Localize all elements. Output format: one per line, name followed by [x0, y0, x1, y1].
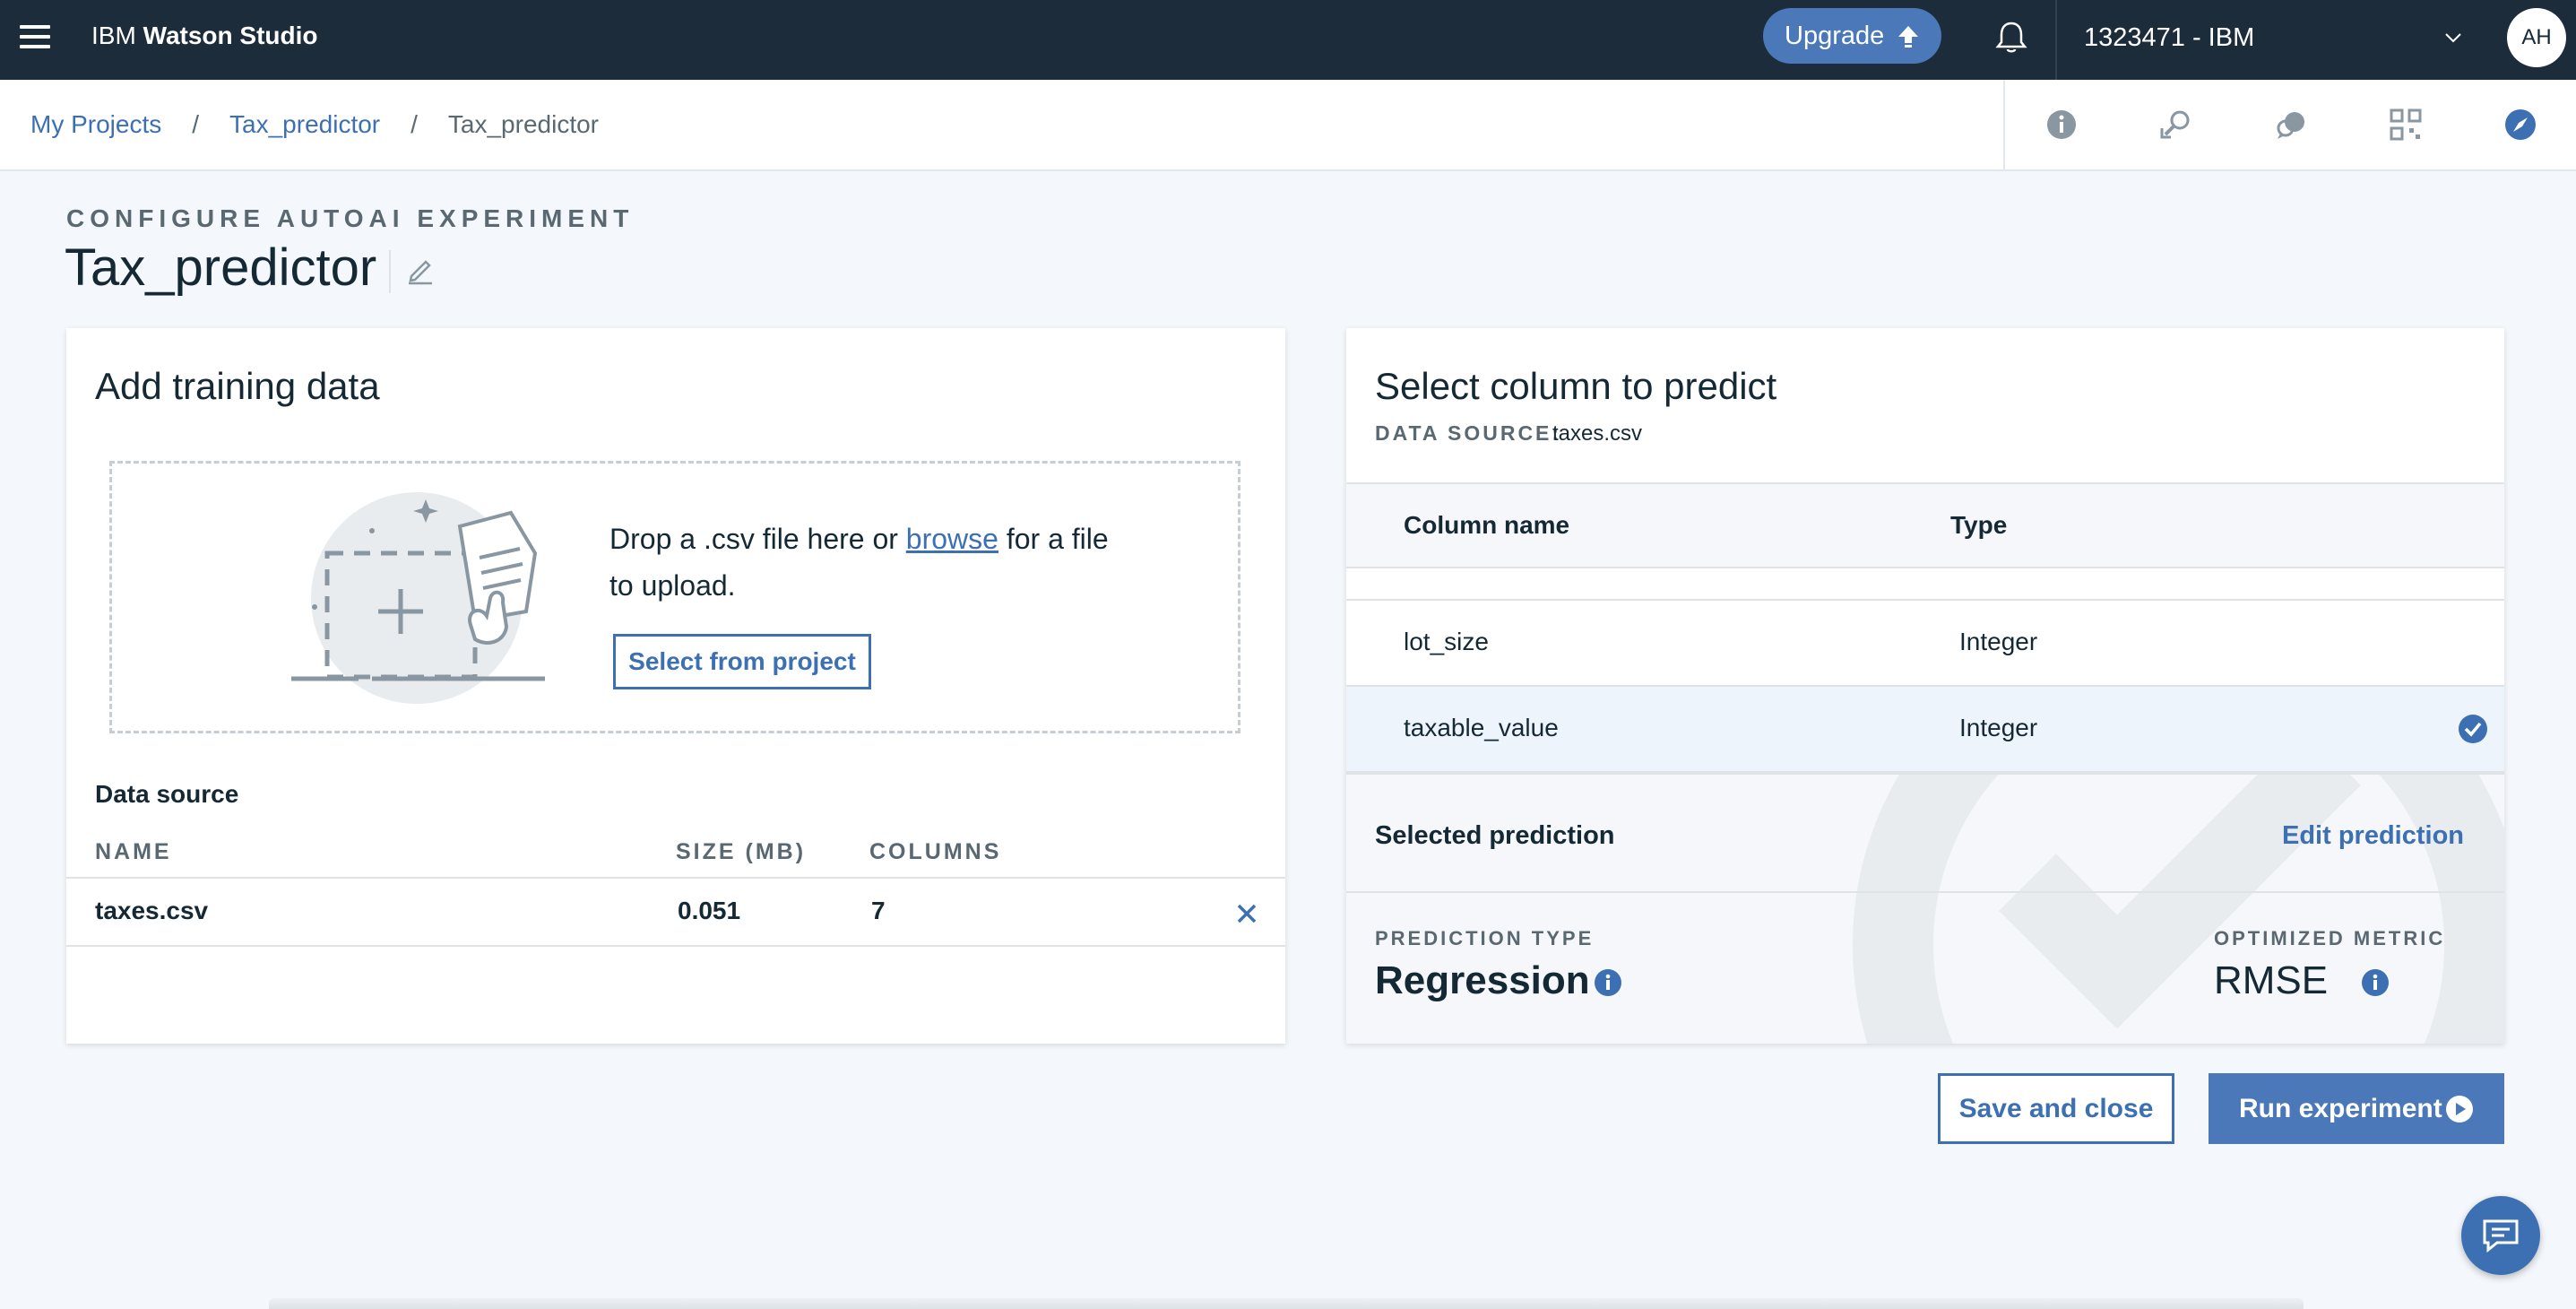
column-row-lot-size[interactable]: lot_size Integer — [1346, 601, 2504, 687]
breadcrumb: My Projects / Tax_predictor / Tax_predic… — [30, 108, 599, 141]
grid-apps-icon[interactable] — [2388, 107, 2424, 143]
table-row: taxes.csv 0.051 7 — [66, 877, 1285, 947]
scrolled-row — [1346, 568, 2504, 601]
optimized-metric-label: OPTIMIZED METRIC — [2214, 927, 2446, 949]
upgrade-label: Upgrade — [1785, 21, 1885, 50]
column-type-header: Type — [1950, 511, 2008, 539]
columns-table-header: Column name Type — [1346, 482, 2504, 568]
upload-arrow-icon — [1898, 26, 1918, 48]
user-avatar[interactable]: AH — [2507, 8, 2566, 67]
chat-bubble-icon — [2483, 1219, 2519, 1253]
top-navigation-bar: IBM Watson Studio Upgrade 1323471 - IBM … — [0, 0, 2576, 80]
edit-prediction-link[interactable]: Edit prediction — [2282, 821, 2464, 851]
app-brand[interactable]: IBM Watson Studio — [91, 20, 318, 52]
predict-column-title: Select column to predict — [1375, 365, 1777, 407]
info-icon[interactable] — [2044, 107, 2079, 143]
brand-name: Watson Studio — [143, 22, 318, 49]
browse-link[interactable]: browse — [906, 523, 998, 555]
breadcrumb-my-projects[interactable]: My Projects — [30, 108, 161, 141]
page-eyebrow: CONFIGURE AUTOAI EXPERIMENT — [66, 204, 635, 232]
play-circle-icon — [2446, 1096, 2473, 1123]
file-dropzone[interactable]: Drop a .csv file here or browse for a fi… — [109, 461, 1240, 733]
column-header-size: SIZE (MB) — [676, 839, 807, 864]
predict-column-card: Select column to predict DATA SOURCE: ta… — [1346, 328, 2504, 1044]
breadcrumb-bar: My Projects / Tax_predictor / Tax_predic… — [0, 80, 2576, 171]
remove-file-close-icon[interactable] — [1233, 900, 1260, 927]
toolbar-divider — [2003, 80, 2005, 169]
training-data-card: Add training data Drop a .csv file here … — [66, 328, 1285, 1044]
info-icon[interactable] — [1594, 968, 1622, 997]
breadcrumb-separator: / — [411, 110, 418, 138]
account-switcher[interactable]: 1323471 - IBM — [2084, 22, 2254, 54]
prediction-type-label: PREDICTION TYPE — [1375, 927, 1595, 949]
data-file-columns: 7 — [871, 897, 886, 924]
selected-prediction-panel: Selected prediction Edit prediction PRED… — [1346, 773, 2504, 1044]
chat-support-button[interactable] — [2461, 1196, 2540, 1275]
selected-prediction-label: Selected prediction — [1375, 821, 1615, 850]
panel-divider — [1346, 891, 2504, 893]
topbar-divider — [2055, 0, 2057, 80]
bottom-panel-edge — [269, 1298, 2304, 1309]
brand-prefix: IBM — [91, 22, 136, 49]
breadcrumb-project[interactable]: Tax_predictor — [229, 108, 380, 141]
watermark-check-icon — [1853, 775, 2504, 1044]
data-source-label: Data source — [95, 780, 239, 808]
run-experiment-label: Run experiment — [2239, 1093, 2442, 1123]
column-header-columns: COLUMNS — [869, 839, 1002, 864]
drop-instructions: Drop a .csv file here or browse for a fi… — [609, 516, 1111, 609]
find-and-add-data-icon[interactable] — [2158, 107, 2194, 143]
column-name: lot_size — [1404, 628, 1489, 655]
checkmark-selected-icon — [2459, 715, 2487, 743]
hamburger-menu-icon[interactable] — [18, 22, 50, 54]
run-experiment-button[interactable]: Run experiment — [2209, 1073, 2504, 1144]
prediction-type-value: Regression — [1375, 958, 1590, 1002]
drop-text-before: Drop a .csv file here or — [609, 523, 906, 555]
upload-illustration-icon — [291, 492, 545, 704]
column-type: Integer — [1959, 628, 2038, 655]
info-icon[interactable] — [2361, 968, 2390, 997]
column-row-taxable-value[interactable]: taxable_value Integer — [1346, 687, 2504, 773]
upgrade-button[interactable]: Upgrade — [1763, 8, 1941, 64]
compass-icon[interactable] — [2503, 107, 2538, 143]
notification-bell-icon[interactable] — [1992, 18, 2031, 57]
breadcrumb-separator: / — [192, 110, 200, 138]
page-title: Tax_predictor — [65, 238, 377, 297]
column-header-name: NAME — [95, 839, 172, 864]
data-source-value: taxes.csv — [1552, 421, 1643, 446]
column-name-header: Column name — [1404, 511, 1570, 539]
data-source-label: DATA SOURCE: — [1375, 421, 1562, 445]
column-name: taxable_value — [1404, 714, 1559, 741]
data-file-name: taxes.csv — [95, 897, 209, 924]
data-file-size: 0.051 — [678, 897, 741, 924]
training-data-title: Add training data — [95, 365, 380, 407]
comments-icon[interactable] — [2273, 107, 2309, 143]
edit-pencil-icon[interactable] — [404, 254, 437, 286]
optimized-metric-value: RMSE — [2214, 958, 2329, 1002]
select-from-project-button[interactable]: Select from project — [613, 634, 871, 689]
title-divider — [389, 250, 391, 293]
column-type: Integer — [1959, 714, 2038, 741]
breadcrumb-current: Tax_predictor — [447, 110, 599, 138]
chevron-down-icon[interactable] — [2442, 27, 2464, 48]
save-and-close-button[interactable]: Save and close — [1938, 1073, 2174, 1144]
